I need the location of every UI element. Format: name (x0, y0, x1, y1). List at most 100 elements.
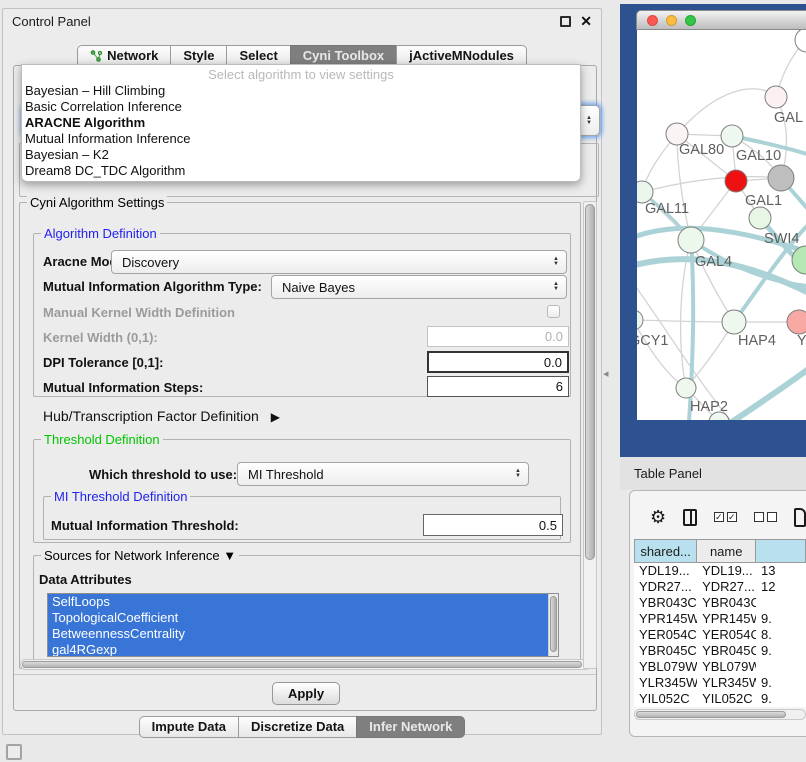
table-cell[interactable]: YBL079W (634, 659, 697, 675)
table-row[interactable]: YIL052CYIL052C9. (634, 691, 806, 707)
column-header-name[interactable]: name (697, 539, 756, 563)
settings-vertical-scrollbar[interactable] (583, 201, 597, 669)
table-row[interactable]: YBL079WYBL079W (634, 659, 806, 675)
attribute-item-gal4rgexp[interactable]: gal4RGexp (48, 642, 548, 657)
split-columns-icon[interactable] (683, 509, 697, 526)
table-cell[interactable]: YBR045C (697, 643, 756, 659)
table-cell[interactable]: YIL052C (634, 691, 697, 707)
algorithm-option-basic-correlation-inference[interactable]: Basic Correlation Inference (22, 99, 580, 115)
table-cell[interactable]: 13 (756, 563, 806, 579)
table-cell[interactable]: YDR27... (697, 579, 756, 595)
settings-horizontal-scrollbar[interactable] (20, 659, 591, 670)
table-row[interactable]: YDR27...YDR27...12 (634, 579, 806, 595)
table-cell[interactable]: YPR145W (697, 611, 756, 627)
mac-minimize-icon[interactable] (666, 15, 677, 26)
panel-collapse-handle[interactable]: ◂ (603, 367, 609, 380)
table-cell[interactable] (756, 595, 806, 611)
scrollbar-thumb[interactable] (636, 711, 786, 718)
table-cell[interactable]: 8. (756, 627, 806, 643)
table-cell[interactable]: YDL19... (697, 563, 756, 579)
table-cell[interactable]: YBR043C (634, 595, 697, 611)
attribute-list-scrollbar[interactable] (548, 594, 558, 656)
table-row[interactable]: YPR145WYPR145W9. (634, 611, 806, 627)
attribute-item-betweennesscentrality[interactable]: BetweennessCentrality (48, 626, 548, 642)
table-cell[interactable]: YLR345W (634, 675, 697, 691)
mi-threshold-field[interactable]: 0.5 (423, 514, 563, 536)
manual-kernel-width-checkbox[interactable] (547, 305, 560, 318)
table-cell[interactable]: YBR045C (634, 643, 697, 659)
network-node[interactable] (768, 165, 794, 191)
table-cell[interactable]: YER054C (697, 627, 756, 643)
aracne-mode-combobox[interactable]: Discovery ▲▼ (111, 250, 567, 274)
network-node-swi4[interactable] (749, 207, 771, 229)
close-window-icon[interactable]: ✕ (580, 16, 592, 27)
table-row[interactable]: YBR043CYBR043C (634, 595, 806, 611)
network-node-gal10[interactable] (721, 125, 743, 147)
dpi-tolerance-label: DPI Tolerance [0,1]: (43, 355, 163, 370)
table-cell[interactable]: YDL19... (634, 563, 697, 579)
data-attributes-list[interactable]: SelfLoopsTopologicalCoefficientBetweenne… (47, 593, 559, 657)
table-cell[interactable]: 9. (756, 643, 806, 659)
taskbar-mini-icon[interactable] (6, 744, 22, 760)
table-cell[interactable] (756, 659, 806, 675)
algorithm-option-bayesian-hill-climbing[interactable]: Bayesian – Hill Climbing (22, 83, 580, 99)
attribute-item-topologicalcoefficient[interactable]: TopologicalCoefficient (48, 610, 548, 626)
float-window-icon[interactable] (560, 16, 571, 27)
mac-close-icon[interactable] (647, 15, 658, 26)
unselect-all-columns-icon[interactable] (754, 512, 777, 522)
mi-steps-field[interactable]: 6 (427, 376, 569, 397)
gear-icon[interactable]: ⚙ (650, 508, 666, 526)
network-node-gal4[interactable] (678, 227, 704, 253)
table-cell[interactable]: 12 (756, 579, 806, 595)
mi-algorithm-type-combobox[interactable]: Naive Bayes ▲▼ (271, 275, 567, 299)
table-cell[interactable]: YLR345W (697, 675, 756, 691)
algorithm-option-aracne-algorithm[interactable]: ARACNE Algorithm (22, 115, 580, 131)
table-cell[interactable]: YBR043C (697, 595, 756, 611)
table-cell[interactable]: 9. (756, 691, 806, 707)
sources-legend[interactable]: Sources for Network Inference ▼ (41, 548, 239, 563)
table-cell[interactable]: YIL052C (697, 691, 756, 707)
network-node-gcy1[interactable] (637, 310, 643, 330)
network-node-gal[interactable] (765, 86, 787, 108)
scrollbar-thumb[interactable] (585, 204, 595, 560)
column-header-col3[interactable] (756, 539, 806, 563)
tab-impute-data[interactable]: Impute Data (139, 716, 238, 738)
table-cell[interactable]: YBL079W (697, 659, 756, 675)
table-horizontal-scrollbar[interactable] (634, 709, 806, 720)
network-node-y[interactable] (787, 310, 806, 334)
network-view[interactable]: GALGAL80GAL10GAL1GAL11SWI4GAL4GCY1HAP4YH… (637, 30, 806, 420)
algorithm-option-mutual-information-inference[interactable]: Mutual Information Inference (22, 131, 580, 147)
scrollbar-thumb[interactable] (22, 661, 582, 668)
table-row[interactable]: YLR345WYLR345W9. (634, 675, 806, 691)
select-all-columns-icon[interactable]: ✓✓ (714, 512, 737, 522)
network-edge-highlighted (732, 370, 806, 420)
network-node-gal1[interactable] (725, 170, 747, 192)
new-table-icon[interactable] (794, 508, 806, 527)
table-cell[interactable]: YPR145W (634, 611, 697, 627)
hub-definition-expander[interactable]: Hub/Transcription Factor Definition ▶ (43, 408, 280, 424)
network-node[interactable] (795, 30, 806, 52)
attribute-item-selfloops[interactable]: SelfLoops (48, 594, 548, 610)
table-row[interactable]: YER054CYER054C8. (634, 627, 806, 643)
algorithm-option-bayesian-k2[interactable]: Bayesian – K2 (22, 147, 580, 163)
table-cell[interactable]: 9. (756, 675, 806, 691)
network-window-titlebar[interactable] (636, 10, 806, 30)
network-node-hap4[interactable] (722, 310, 746, 334)
table-cell[interactable]: 9. (756, 611, 806, 627)
network-canvas[interactable]: GALGAL80GAL10GAL1GAL11SWI4GAL4GCY1HAP4YH… (637, 30, 806, 420)
apply-button[interactable]: Apply (272, 682, 340, 705)
algorithm-option-dream8-dc-tdc-algorithm[interactable]: Dream8 DC_TDC Algorithm (22, 163, 580, 179)
tab-infer-network[interactable]: Infer Network (356, 716, 465, 738)
scrollbar-thumb[interactable] (550, 596, 557, 652)
table-cell[interactable]: YDR27... (634, 579, 697, 595)
which-threshold-combobox[interactable]: MI Threshold ▲▼ (237, 462, 529, 486)
dpi-tolerance-field[interactable]: 0.0 (427, 351, 569, 373)
kernel-width-field[interactable]: 0.0 (427, 326, 569, 347)
network-node-hap2[interactable] (676, 378, 696, 398)
table-row[interactable]: YDL19...YDL19...13 (634, 563, 806, 579)
table-cell[interactable]: YER054C (634, 627, 697, 643)
column-header-shared[interactable]: shared... (634, 539, 697, 563)
table-row[interactable]: YBR045CYBR045C9. (634, 643, 806, 659)
mac-zoom-icon[interactable] (685, 15, 696, 26)
tab-discretize-data[interactable]: Discretize Data (238, 716, 356, 738)
